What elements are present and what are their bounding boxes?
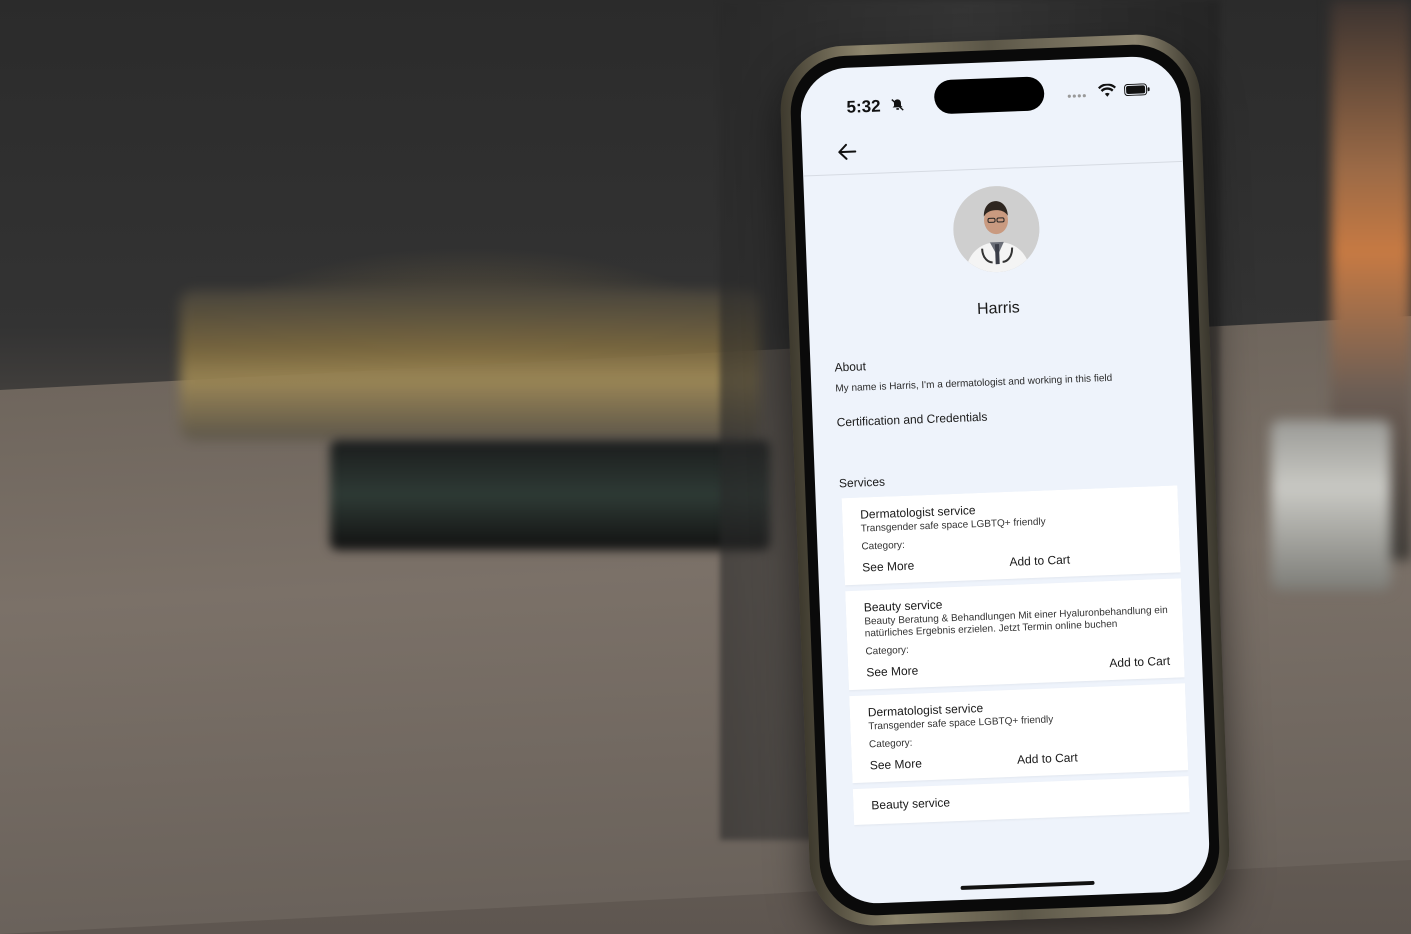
see-more-button[interactable]: See More (870, 756, 923, 772)
add-to-cart-button[interactable]: Add to Cart (1009, 553, 1070, 569)
service-title: Beauty service (871, 795, 951, 813)
dynamic-island (933, 76, 1045, 115)
phone: 5:32 Harris About My name is Harris, I'm… (778, 32, 1232, 928)
bell-slash-icon (891, 99, 904, 111)
service-actions: See More Add to Cart (862, 549, 1166, 575)
services-heading: Services (838, 474, 886, 491)
service-card: Dermatologist service Transgender safe s… (849, 683, 1189, 784)
see-more-button[interactable]: See More (862, 559, 915, 575)
blurred-keyboard (330, 440, 770, 550)
service-card: Beauty service (852, 776, 1190, 826)
status-time: 5:32 (846, 96, 881, 117)
wifi-icon (1097, 83, 1116, 97)
doctor-avatar (951, 184, 1041, 274)
add-to-cart-button[interactable]: Add to Cart (1017, 750, 1078, 766)
arrow-left-icon[interactable] (836, 141, 859, 162)
battery-icon (1124, 83, 1150, 97)
add-to-cart-button[interactable]: Add to Cart (1109, 654, 1170, 670)
service-actions: See More Add to Cart (870, 747, 1174, 772)
profile-name: Harris (976, 299, 1021, 318)
service-actions: See More Add to Cart (866, 654, 1170, 680)
about-text: My name is Harris, I'm a dermatologist a… (835, 372, 1113, 395)
service-card: Beauty service Beauty Beratung & Behandl… (845, 578, 1185, 691)
about-heading: About (834, 359, 867, 375)
phone-screen: 5:32 Harris About My name is Harris, I'm… (799, 55, 1211, 905)
signal-dots-icon (1067, 94, 1086, 98)
service-list[interactable]: Dermatologist service Transgender safe s… (841, 485, 1193, 904)
blurred-object (1271, 420, 1391, 590)
see-more-button[interactable]: See More (866, 663, 919, 679)
service-card: Dermatologist service Transgender safe s… (841, 485, 1181, 586)
certification-heading[interactable]: Certification and Credentials (836, 410, 987, 430)
blurred-book (180, 290, 760, 440)
avatar-image (951, 184, 1041, 274)
